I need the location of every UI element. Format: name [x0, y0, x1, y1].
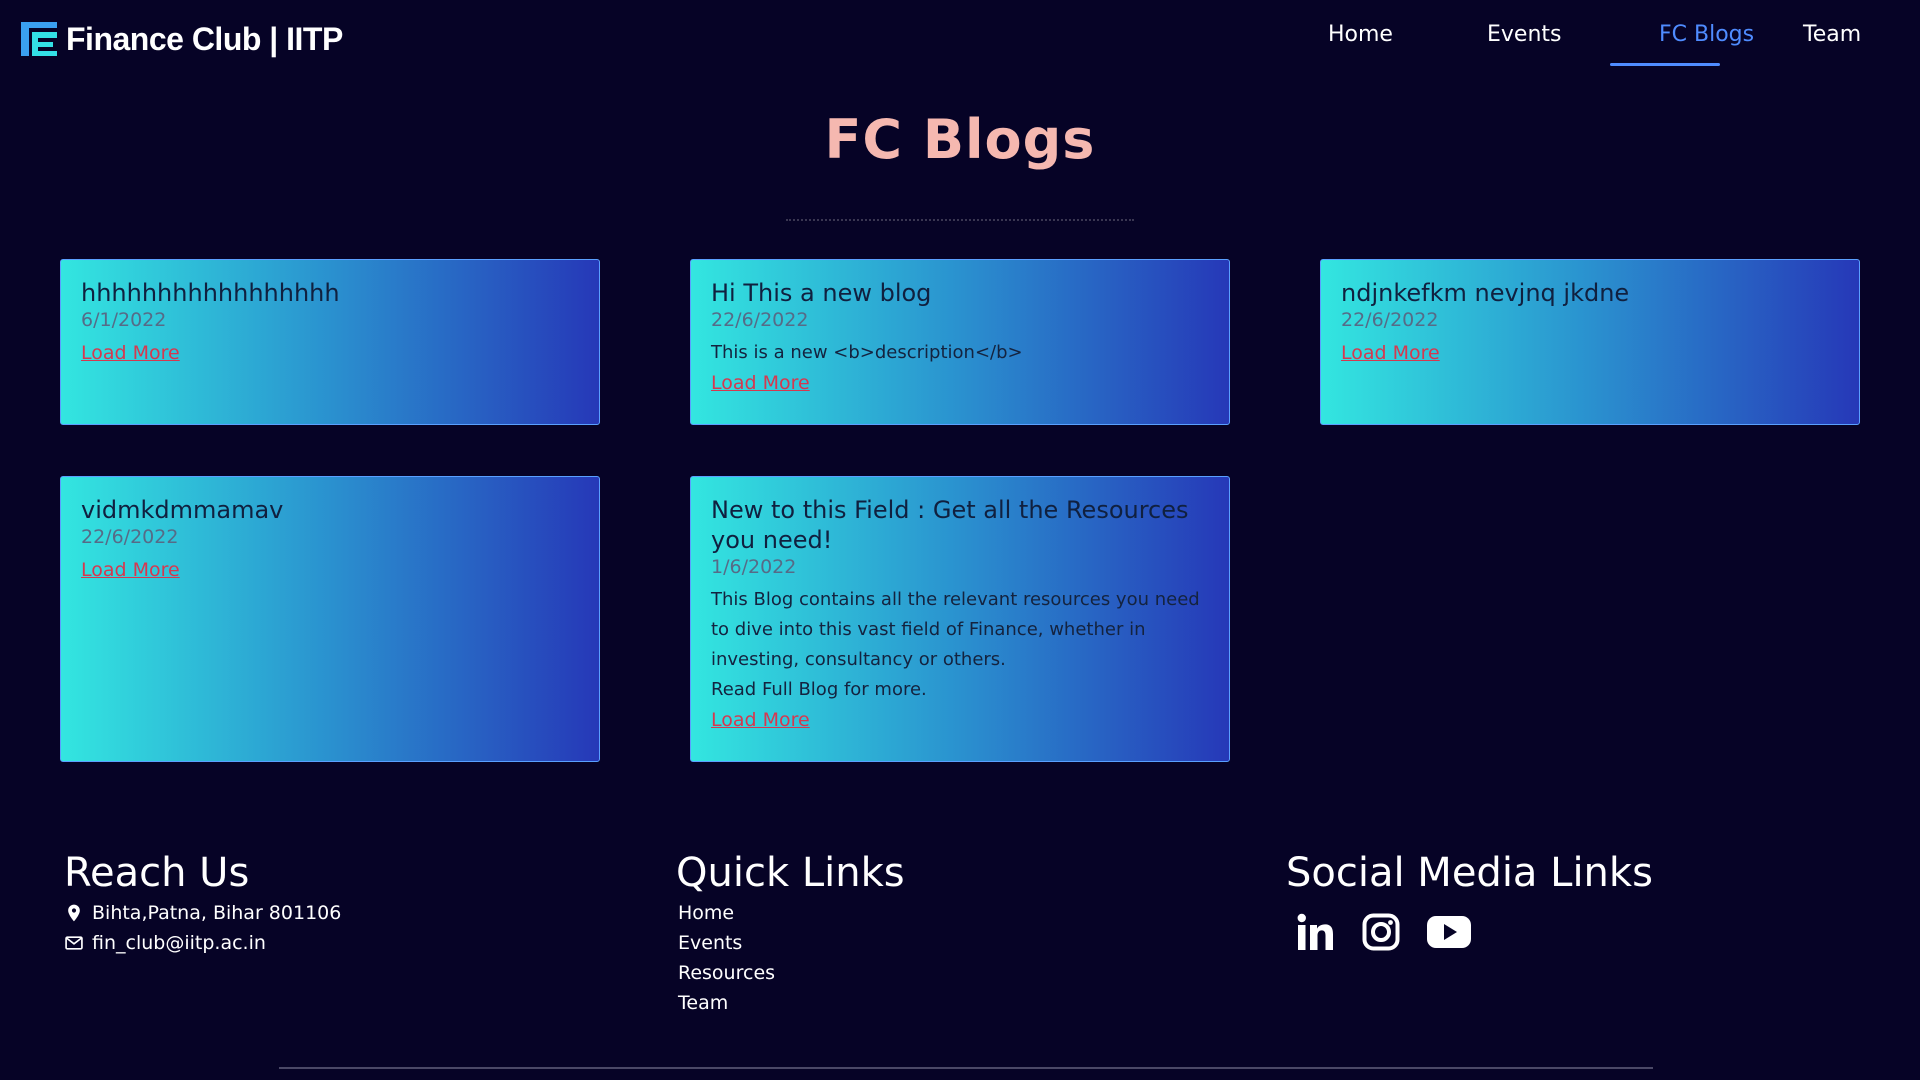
email-text[interactable]: fin_club@iitp.ac.in [92, 928, 266, 958]
blog-description: This Blog contains all the relevant reso… [711, 589, 1200, 670]
nav-active-underline [1610, 63, 1720, 66]
blog-title: hhhhhhhhhhhhhhhhh [81, 279, 340, 307]
nav-team[interactable]: Team [1803, 22, 1861, 47]
footer-social: Social Media Links [1286, 848, 1653, 952]
blog-date: 1/6/2022 [711, 556, 797, 578]
page: Finance Club | IITP Home Events FC Blogs… [0, 0, 1920, 1080]
finance-club-logo-icon [21, 22, 57, 56]
reach-us-heading: Reach Us [64, 850, 250, 896]
brand[interactable]: Finance Club | IITP [20, 18, 343, 60]
load-more-link[interactable]: Load More [1341, 338, 1440, 368]
navbar: Finance Club | IITP Home Events FC Blogs… [0, 0, 1920, 78]
blog-title: Hi This a new blog [711, 279, 932, 307]
blog-title: ndjnkefkm nevjnq jkdne [1341, 279, 1630, 307]
linkedin-icon[interactable] [1296, 912, 1336, 952]
blog-card: hhhhhhhhhhhhhhhhh 6/1/2022 Load More [60, 259, 600, 425]
blog-date: 22/6/2022 [1341, 309, 1439, 331]
blog-date: 22/6/2022 [81, 526, 179, 548]
load-more-link[interactable]: Load More [711, 368, 810, 398]
quick-link-resources[interactable]: Resources [676, 958, 905, 988]
quick-link-events[interactable]: Events [676, 928, 905, 958]
social-icons [1286, 912, 1653, 952]
blog-card: Hi This a new blog 22/6/2022 This is a n… [690, 259, 1230, 425]
quick-links-heading: Quick Links [676, 850, 905, 896]
blog-card: vidmkdmmamav 22/6/2022 Load More [60, 476, 600, 762]
address-text: Bihta,Patna, Bihar 801106 [92, 902, 342, 924]
nav-fc-blogs[interactable]: FC Blogs [1659, 22, 1754, 47]
instagram-icon[interactable] [1362, 913, 1400, 951]
brand-title: Finance Club | IITP [66, 20, 343, 57]
quick-link-home[interactable]: Home [676, 898, 905, 928]
footer-reach-us: Reach Us Bihta,Patna, Bihar 801106 fin_c… [64, 848, 341, 958]
blog-date: 6/1/2022 [81, 309, 167, 331]
youtube-icon[interactable] [1426, 915, 1472, 949]
load-more-link[interactable]: Load More [81, 555, 180, 585]
nav-home[interactable]: Home [1328, 22, 1393, 47]
location-pin-icon [68, 904, 80, 922]
blog-title: New to this Field : Get all the Resource… [711, 496, 1189, 554]
quick-link-team[interactable]: Team [676, 988, 905, 1018]
blog-card: ndjnkefkm nevjnq jkdne 22/6/2022 Load Mo… [1320, 259, 1860, 425]
footer-divider [279, 1067, 1653, 1069]
blog-title: vidmkdmmamav [81, 496, 284, 524]
load-more-link[interactable]: Load More [81, 338, 180, 368]
contact-email: fin_club@iitp.ac.in [64, 928, 341, 958]
load-more-link[interactable]: Load More [711, 705, 810, 735]
page-title: FC Blogs [824, 108, 1096, 171]
contact-address: Bihta,Patna, Bihar 801106 [64, 898, 341, 928]
social-heading: Social Media Links [1286, 850, 1653, 896]
blog-date: 22/6/2022 [711, 309, 809, 331]
nav-events[interactable]: Events [1487, 22, 1562, 47]
blog-card: New to this Field : Get all the Resource… [690, 476, 1230, 762]
mail-icon [65, 936, 83, 950]
blog-description-note: Read Full Blog for more. [711, 679, 927, 700]
blog-description: This is a new <b>description</b> [711, 342, 1023, 363]
title-divider [786, 219, 1134, 221]
footer-quick-links: Quick Links Home Events Resources Team [676, 848, 905, 1018]
